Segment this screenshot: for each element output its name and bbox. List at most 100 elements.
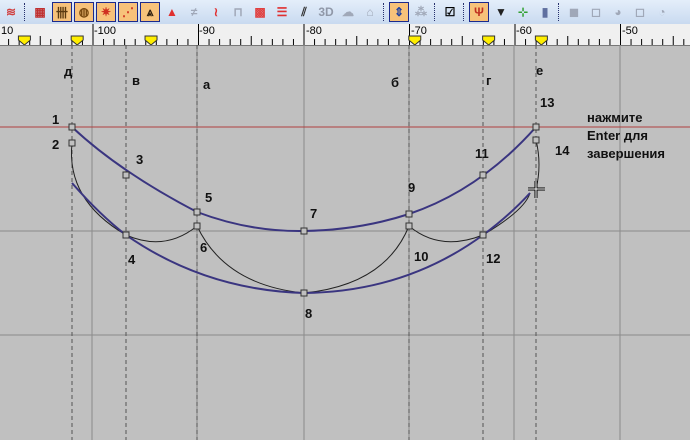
ruler-marker[interactable] (144, 35, 158, 45)
diagonal-dashes-button[interactable]: ⫽ (294, 2, 314, 22)
shape-subtract-button[interactable]: ◻ (586, 2, 606, 22)
node-tree-button[interactable]: ⊹ (513, 2, 533, 22)
curve-node[interactable] (68, 123, 76, 131)
toolbar-separator (558, 3, 561, 21)
wave-red-button[interactable]: ≀ (206, 2, 226, 22)
curve-node[interactable] (68, 139, 76, 147)
point-label: 8 (305, 306, 312, 321)
curve-node[interactable] (479, 231, 487, 239)
point-label: 12 (486, 251, 500, 266)
arch-button[interactable]: ≋ (1, 2, 21, 22)
square-wave-icon: ⊓ (233, 5, 243, 19)
insert-point-icon: ⇕ (393, 5, 405, 19)
curve-node[interactable] (122, 171, 130, 179)
triangle-red-button[interactable]: ▲ (162, 2, 182, 22)
hint-line: завершения (587, 146, 666, 161)
toolbar-separator (434, 3, 437, 21)
ruler-label: -70 (411, 25, 427, 37)
axis-letter: г (486, 73, 492, 88)
hint-text: нажмите Enter для завершения (587, 109, 665, 163)
ruler-marker[interactable] (17, 35, 31, 45)
point-label: 2 (52, 137, 59, 152)
fan-lines-button[interactable]: ⋰ (118, 2, 138, 22)
cloud-button[interactable]: ☁ (338, 2, 358, 22)
axis-letter: а (203, 77, 211, 92)
fork-button[interactable]: Ψ (469, 2, 489, 22)
curve-node[interactable] (300, 227, 308, 235)
point-label: 1 (52, 112, 59, 127)
ruler-marker[interactable] (70, 35, 84, 45)
curve-node[interactable] (193, 222, 201, 230)
insert-point-button[interactable]: ⇕ (389, 2, 409, 22)
checkbox-button[interactable]: ☑ (440, 2, 460, 22)
point-label: 10 (414, 249, 428, 264)
shape-subtract-icon: ◻ (591, 5, 601, 19)
grid-frame-button[interactable]: ▦ (30, 2, 50, 22)
curve-node[interactable] (122, 231, 130, 239)
shape-intersect-button[interactable]: ◕ (608, 2, 628, 22)
curve-node[interactable] (405, 210, 413, 218)
ruler-marker[interactable] (534, 35, 548, 45)
panel-button[interactable]: ▮ (535, 2, 555, 22)
ruler-marker[interactable] (482, 35, 496, 45)
curve-node[interactable] (532, 136, 540, 144)
shape-intersect-icon: ◕ (614, 5, 622, 19)
zigzag-grey-button[interactable]: ≠ (184, 2, 204, 22)
point-label: 9 (408, 180, 415, 195)
hint-line: Enter для (587, 128, 648, 143)
ruler-marker[interactable] (408, 35, 422, 45)
node-grey-icon: ⁂ (415, 5, 427, 19)
ruler-label: -100 (94, 25, 117, 37)
toolbar-separator (383, 3, 386, 21)
cursor-crosshair (528, 181, 545, 198)
triangle-red-icon: ▲ (166, 5, 178, 19)
grid-frame-icon: ▦ (34, 5, 46, 19)
shape-split-button[interactable]: ◔ (652, 2, 672, 22)
tv-icon: ⌂ (366, 5, 374, 19)
triangle-hatch-icon: ⩓ (146, 4, 154, 19)
point-label: 13 (540, 95, 554, 110)
node-tree-icon: ⊹ (517, 5, 529, 19)
triangle-down-button[interactable]: ▼ (491, 2, 511, 22)
curve-node[interactable] (479, 171, 487, 179)
axis-letter: в (132, 73, 140, 88)
curve-node[interactable] (405, 222, 413, 230)
toolbar: ≋ ▦ 卌 ◍ ✷ ⋰ ⩓ ▲ ≠ ≀ ⊓ ▩ ☰ ⫽ 3D ☁ ⌂ ⇕ ⁂ ☑ Ψ ▼ ⊹ ▮ ◼ ◻ ◕ ◻ ◔ (0, 0, 690, 25)
checkbox-icon: ☑ (444, 5, 456, 19)
toolbar-separator (24, 3, 27, 21)
hatch-circle-icon: ◍ (78, 5, 90, 19)
burst-button[interactable]: ✷ (96, 2, 116, 22)
grid (0, 45, 690, 440)
point-label: 11 (475, 146, 489, 161)
point-label: 4 (128, 252, 136, 267)
point-label: 6 (200, 240, 207, 255)
3d-icon: 3D (318, 5, 334, 19)
node-grey-button[interactable]: ⁂ (411, 2, 431, 22)
cloud-icon: ☁ (342, 5, 354, 19)
arch-icon: ≋ (5, 5, 17, 19)
horizontal-ruler[interactable]: 10 -100 -90 -80 -70 -60 -50 (0, 24, 690, 46)
horizontal-lines-icon: ☰ (276, 5, 288, 19)
drawing-canvas[interactable]: д в а б г е 1 2 3 4 5 6 7 8 9 10 11 12 1… (0, 45, 690, 440)
triangle-hatch-button[interactable]: ⩓ (140, 2, 160, 22)
curve-node[interactable] (300, 289, 308, 297)
tv-button[interactable]: ⌂ (360, 2, 380, 22)
hatch-vertical-button[interactable]: 卌 (52, 2, 72, 22)
axis-letter: б (391, 75, 399, 90)
horizontal-lines-button[interactable]: ☰ (272, 2, 292, 22)
curve-node[interactable] (532, 123, 540, 131)
lower-curve (71, 182, 531, 295)
dots-pattern-button[interactable]: ▩ (250, 2, 270, 22)
shape-union-button[interactable]: ◼ (564, 2, 584, 22)
point-label: 3 (136, 152, 143, 167)
hatch-vertical-icon: 卌 (55, 5, 68, 20)
point-label: 5 (205, 190, 212, 205)
dots-pattern-icon: ▩ (254, 5, 266, 19)
hatch-circle-button[interactable]: ◍ (74, 2, 94, 22)
shape-exclude-button[interactable]: ◻ (630, 2, 650, 22)
zigzag-grey-icon: ≠ (190, 5, 198, 19)
square-wave-button[interactable]: ⊓ (228, 2, 248, 22)
ruler-label: -80 (306, 25, 322, 37)
3d-button[interactable]: 3D (316, 2, 336, 22)
curve-node[interactable] (193, 208, 201, 216)
